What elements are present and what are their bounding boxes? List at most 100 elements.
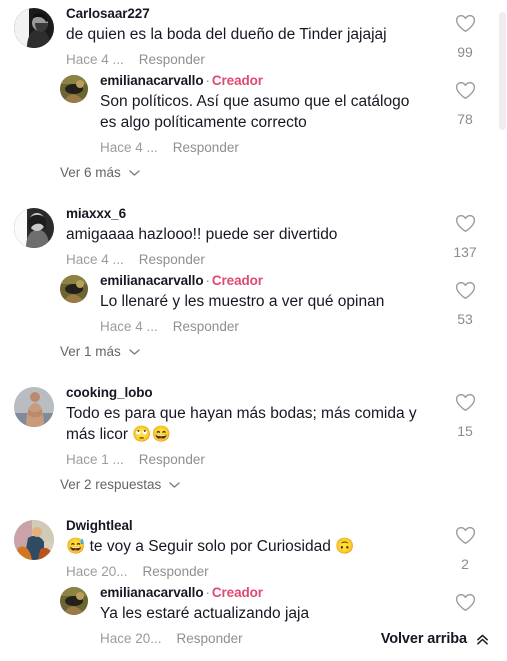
comment-meta: Hace 1 ... Responder: [66, 445, 501, 469]
comment-body: miaxxx_6 amigaaaa hazlooo!! puede ser di…: [54, 205, 507, 269]
comment-username[interactable]: Dwightleal: [66, 517, 501, 535]
creator-olive-avatar: [60, 587, 88, 615]
comment-timestamp: Hace 4 ...: [66, 252, 124, 267]
view-more-replies-button[interactable]: Ver 1 más: [0, 336, 507, 371]
separator: ·: [205, 585, 210, 600]
like-control[interactable]: 78: [445, 81, 485, 128]
reply-text: Ya les estaré actualizando jaja: [100, 605, 310, 622]
like-control[interactable]: 53: [445, 281, 485, 328]
view-replies-button[interactable]: Ver 2 respuestas: [0, 469, 507, 504]
heart-icon[interactable]: [445, 526, 485, 550]
reply-username[interactable]: emilianacarvallo: [100, 585, 204, 600]
back-to-top-label: Volver arriba: [380, 631, 467, 647]
avatar[interactable]: [14, 387, 54, 427]
comment-body: Carlosaar227 de quien es la boda del due…: [54, 5, 507, 69]
reply-button[interactable]: Responder: [139, 252, 205, 267]
heart-icon[interactable]: [445, 214, 485, 238]
separator: ·: [205, 273, 210, 288]
avatar[interactable]: [14, 208, 54, 248]
avatar[interactable]: [14, 8, 54, 48]
reply-button[interactable]: Responder: [177, 631, 243, 646]
comment-timestamp: Hace 4 ...: [66, 52, 124, 67]
comment-text: de quien es la boda del dueño de Tinder …: [66, 26, 387, 43]
reply-button[interactable]: Responder: [139, 52, 205, 67]
shirtless-man-avatar: [14, 387, 54, 427]
comment-text: 😅 te voy a Seguir solo por Curiosidad 🙃: [66, 538, 355, 555]
reply-username-line: emilianacarvallo · Creador: [100, 584, 501, 602]
colorful-photo-avatar: [14, 520, 54, 560]
chevron-down-icon: [129, 348, 140, 356]
heart-icon[interactable]: [445, 393, 485, 417]
heart-icon[interactable]: [445, 81, 485, 105]
reply-timestamp: Hace 4 ...: [100, 140, 158, 155]
comment-reply: emilianacarvallo · Creador Son políticos. …: [0, 69, 507, 157]
back-to-top-button[interactable]: Volver arriba: [370, 627, 493, 651]
reply-username-line: emilianacarvallo · Creador: [100, 272, 501, 290]
heart-icon[interactable]: [445, 281, 485, 305]
reply-button[interactable]: Responder: [139, 452, 205, 467]
reply-timestamp: Hace 20...: [100, 631, 162, 646]
comment-list: Carlosaar227 de quien es la boda del due…: [0, 0, 507, 648]
comment-thread-root: Dwightleal 😅 te voy a Seguir solo por Cu…: [0, 514, 507, 581]
comment-username[interactable]: Carlosaar227: [66, 5, 501, 23]
comment-meta: Hace 20... Responder: [66, 557, 501, 581]
reply-text: Son políticos. Así que asumo que el catá…: [100, 93, 410, 131]
comment-thread-root: cooking_lobo Todo es para que hayan más …: [0, 381, 507, 469]
avatar[interactable]: [60, 275, 88, 303]
view-more-label: Ver 6 más: [60, 165, 121, 180]
heart-icon[interactable]: [445, 593, 485, 617]
chevron-down-icon: [129, 169, 140, 177]
reply-button[interactable]: Responder: [173, 319, 239, 334]
comment-reply: emilianacarvallo · Creador Lo llenaré y le…: [0, 269, 507, 336]
like-count: 53: [457, 311, 473, 327]
avatar[interactable]: [60, 587, 88, 615]
like-count: 137: [453, 244, 477, 260]
comment-meta: Hace 4 ... Responder: [66, 245, 501, 269]
avatar[interactable]: [60, 75, 88, 103]
reply-button[interactable]: Responder: [173, 140, 239, 155]
like-control[interactable]: [445, 593, 485, 622]
scrollbar-thumb[interactable]: [499, 12, 506, 130]
comment-thread-root: Carlosaar227 de quien es la boda del due…: [0, 2, 507, 69]
view-more-label: Ver 2 respuestas: [60, 477, 162, 492]
chevron-down-icon: [169, 481, 181, 489]
view-more-replies-button[interactable]: Ver 6 más: [0, 157, 507, 192]
avatar[interactable]: [14, 520, 54, 560]
creator-badge: Creador: [211, 73, 263, 88]
comment-timestamp: Hace 1 ...: [66, 452, 124, 467]
comment-text: amigaaaa hazlooo!! puede ser divertido: [66, 226, 338, 243]
view-more-label: Ver 1 más: [60, 344, 121, 359]
heart-icon[interactable]: [445, 14, 485, 38]
reply-text: Lo llenaré y les muestro a ver qué opina…: [100, 293, 385, 310]
comment-text: Todo es para que hayan más bodas; más co…: [66, 405, 417, 443]
like-control[interactable]: 15: [445, 393, 485, 440]
reply-username-line: emilianacarvallo · Creador: [100, 72, 501, 90]
creator-olive-avatar: [60, 275, 88, 303]
comment-meta: Hace 4 ... Responder: [66, 45, 501, 69]
like-count: 15: [457, 423, 473, 439]
like-count: 99: [457, 44, 473, 60]
creator-badge: Creador: [211, 273, 263, 288]
creator-olive-avatar: [60, 75, 88, 103]
like-count: 2: [461, 556, 469, 572]
reply-username[interactable]: emilianacarvallo: [100, 273, 204, 288]
comment-username[interactable]: cooking_lobo: [66, 384, 501, 402]
separator: ·: [205, 73, 210, 88]
chevron-double-up-icon: [476, 633, 489, 646]
comment-body: Dwightleal 😅 te voy a Seguir solo por Cu…: [54, 517, 507, 581]
comment-timestamp: Hace 20...: [66, 564, 128, 579]
reply-button[interactable]: Responder: [143, 564, 209, 579]
comment-body: cooking_lobo Todo es para que hayan más …: [54, 384, 507, 469]
like-control[interactable]: 99: [445, 14, 485, 61]
reply-meta: Hace 4 ... Responder: [100, 133, 501, 157]
like-control[interactable]: 2: [445, 526, 485, 573]
woman-grayscale-avatar: [14, 208, 54, 248]
like-control[interactable]: 137: [445, 214, 485, 261]
reply-username[interactable]: emilianacarvallo: [100, 73, 204, 88]
scrollbar-track[interactable]: [498, 0, 507, 661]
comment-username[interactable]: miaxxx_6: [66, 205, 501, 223]
like-count: 78: [457, 111, 473, 127]
creator-badge: Creador: [211, 585, 263, 600]
